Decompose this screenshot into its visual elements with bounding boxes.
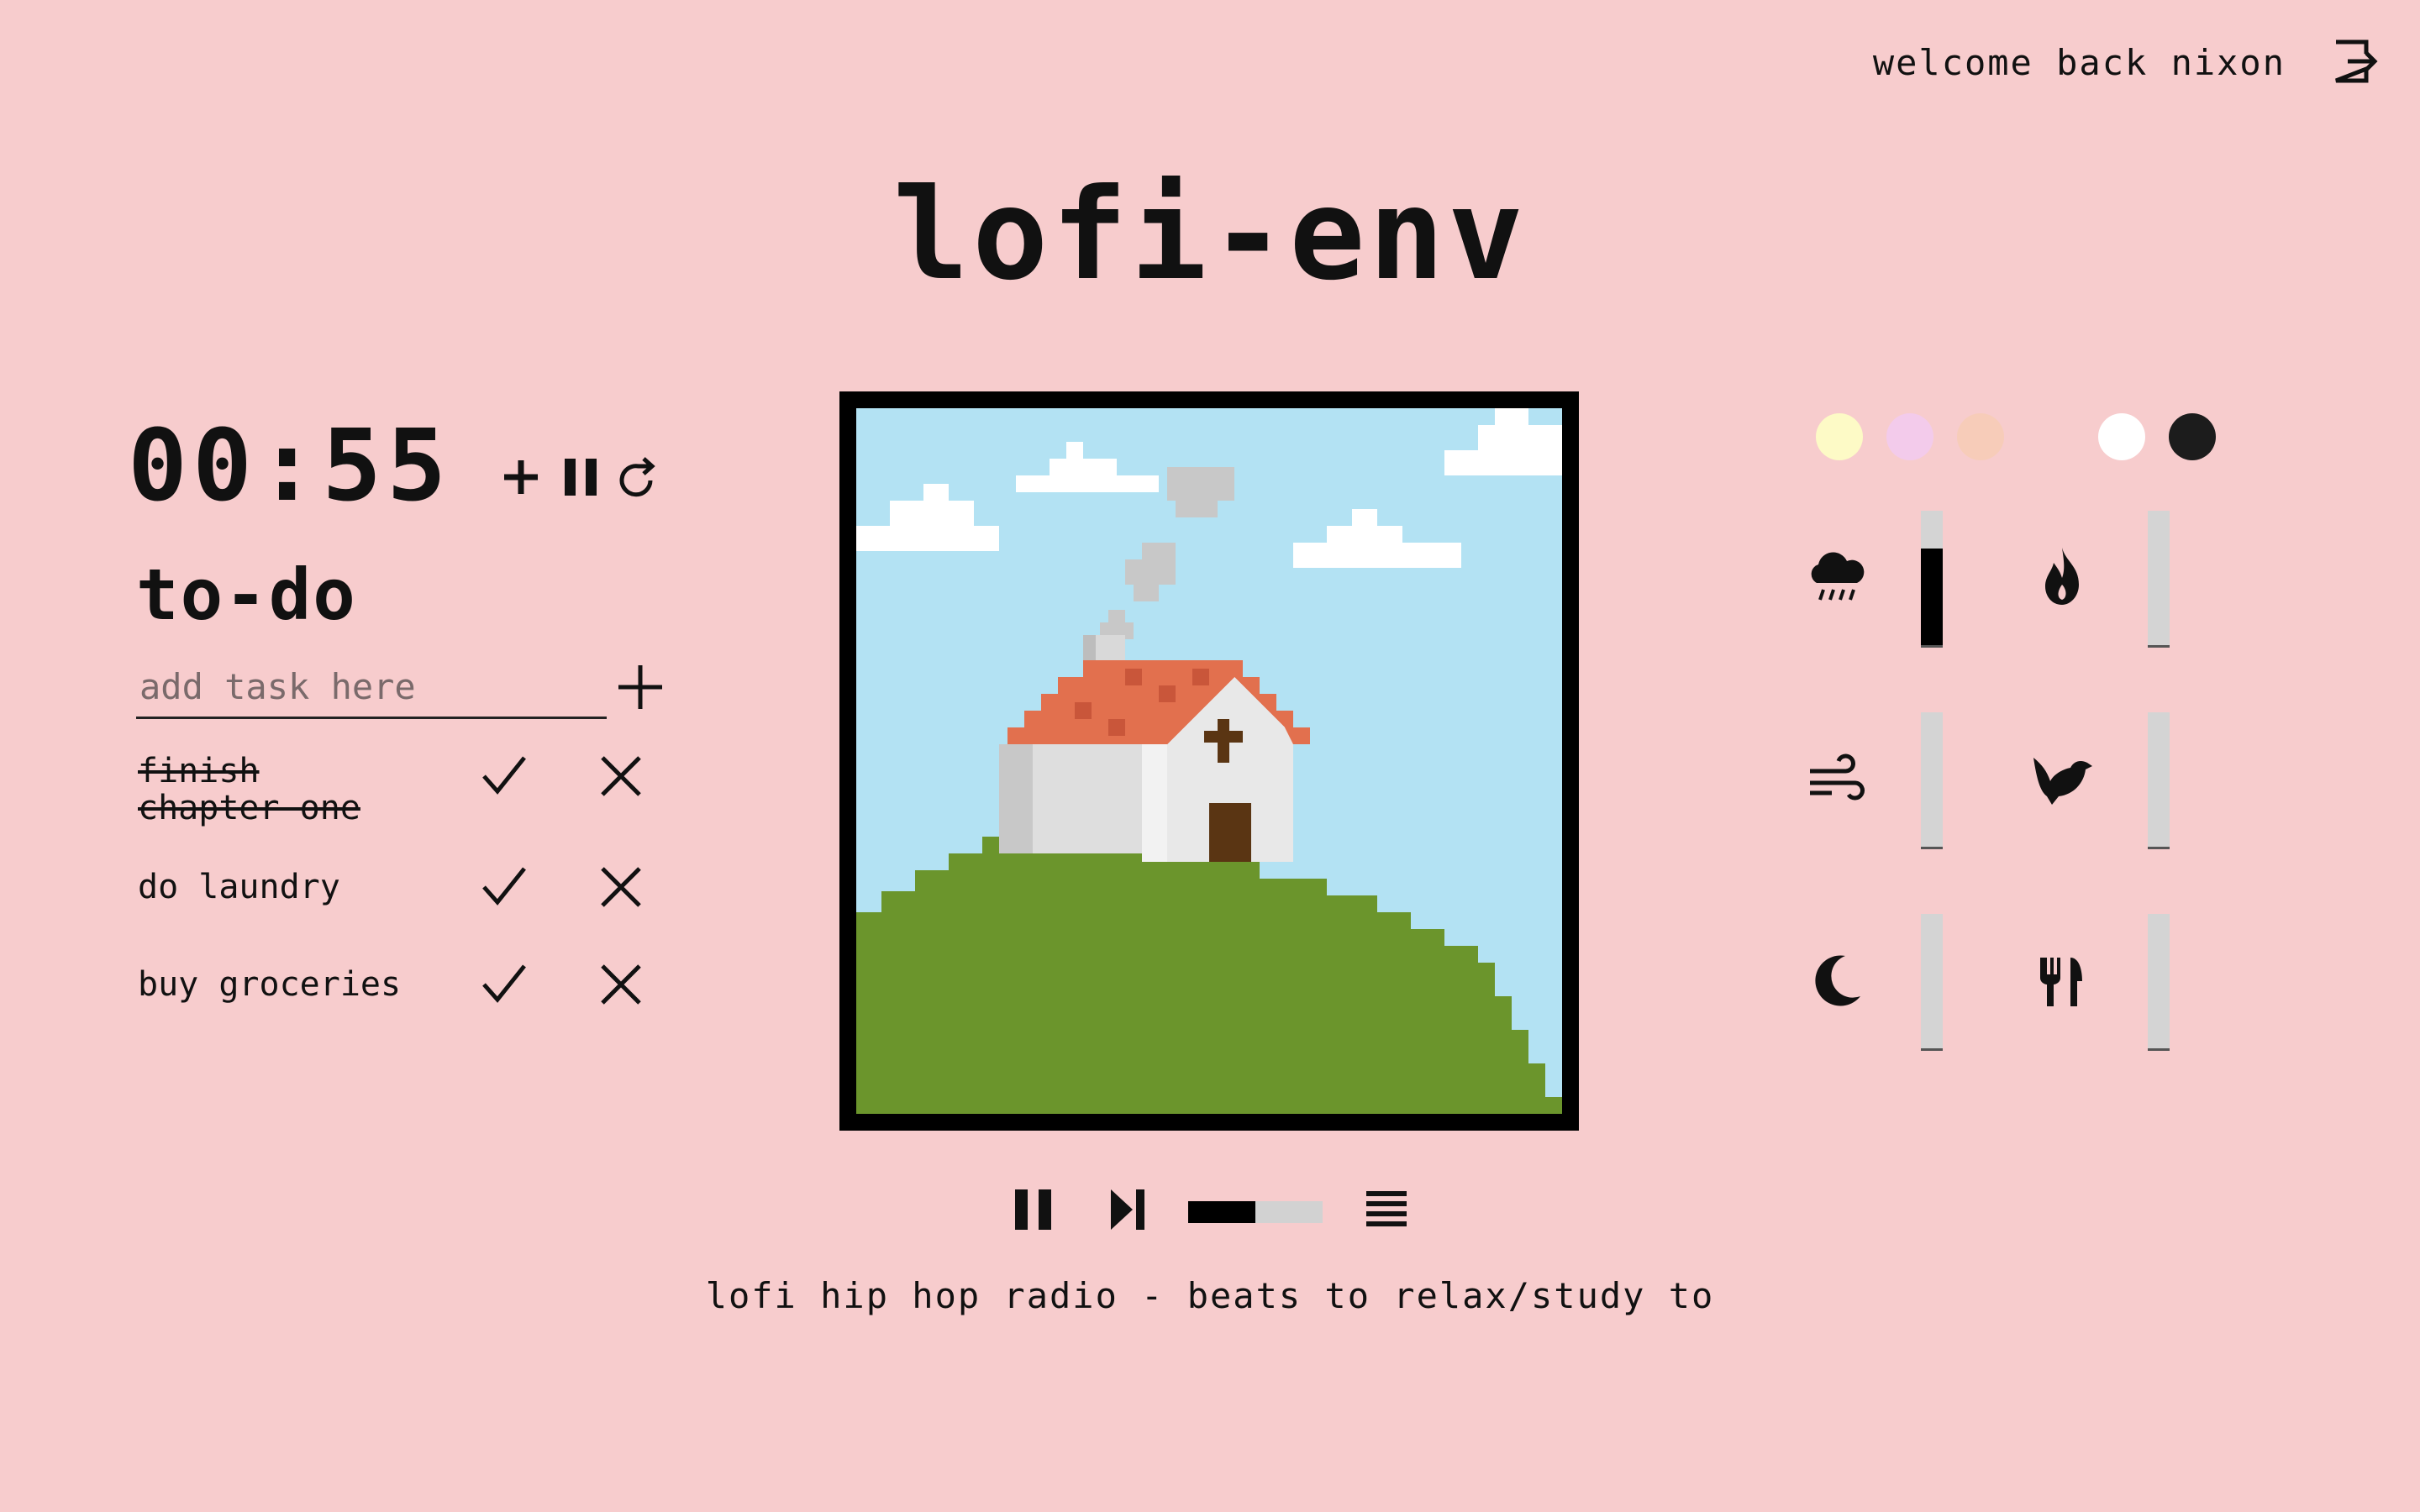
add-task-input[interactable]: [136, 657, 607, 719]
track-progress-bar[interactable]: [1188, 1201, 1323, 1223]
utensils-icon[interactable]: [2028, 948, 2096, 1015]
delete-x-icon[interactable]: [597, 864, 644, 911]
app-title: lofi-env: [892, 162, 1528, 308]
welcome-message: welcome back nixon: [1872, 42, 2286, 83]
todo-heading: to-do: [136, 554, 357, 636]
track-title: lofi hip hop radio - beats to relax/stud…: [705, 1275, 1715, 1316]
timer-reset-icon[interactable]: [613, 454, 660, 501]
theme-color-yellow[interactable]: [1816, 413, 1863, 460]
delete-x-icon[interactable]: [597, 961, 644, 1008]
add-task-plus-icon[interactable]: [613, 660, 667, 714]
rain-cloud-icon[interactable]: [1803, 544, 1870, 612]
theme-color-peach[interactable]: [1957, 413, 2004, 460]
rain-volume-slider[interactable]: [1921, 511, 1943, 648]
logout-icon[interactable]: [2333, 39, 2378, 84]
cafe-volume-slider[interactable]: [2148, 914, 2170, 1051]
album-artwork: [856, 408, 1562, 1114]
task-label: do laundry: [138, 868, 340, 906]
theme-color-white[interactable]: [2098, 413, 2145, 460]
birds-volume-slider[interactable]: [2148, 712, 2170, 849]
complete-checkmark-icon[interactable]: [481, 753, 528, 800]
night-volume-slider[interactable]: [1921, 914, 1943, 1051]
theme-color-pink[interactable]: [1886, 413, 1933, 460]
theme-color-black[interactable]: [2169, 413, 2216, 460]
task-item: buy groceries: [138, 961, 827, 1037]
moon-icon[interactable]: [1803, 948, 1870, 1015]
skip-next-icon[interactable]: [1104, 1184, 1155, 1235]
fire-icon[interactable]: [2028, 544, 2096, 612]
album-artwork-frame: [839, 391, 1579, 1131]
player-pause-icon[interactable]: [1008, 1184, 1059, 1235]
delete-x-icon[interactable]: [597, 753, 644, 800]
wind-icon[interactable]: [1803, 746, 1870, 813]
fire-volume-slider[interactable]: [2148, 511, 2170, 648]
task-item: do laundry: [138, 864, 827, 939]
slider-fill: [1921, 548, 1943, 645]
task-item: finish chapter one: [138, 753, 827, 828]
complete-checkmark-icon[interactable]: [481, 961, 528, 1008]
bird-icon[interactable]: [2028, 746, 2096, 813]
track-progress-fill: [1188, 1201, 1255, 1223]
timer-display: 00:55: [128, 407, 452, 523]
task-label: finish chapter one: [138, 752, 360, 827]
wind-volume-slider[interactable]: [1921, 712, 1943, 849]
task-label: buy groceries: [138, 965, 402, 1004]
complete-checkmark-icon[interactable]: [481, 864, 528, 911]
timer-pause-icon[interactable]: [558, 454, 605, 501]
queue-list-icon[interactable]: [1361, 1184, 1412, 1235]
timer-add-icon[interactable]: [497, 454, 544, 501]
